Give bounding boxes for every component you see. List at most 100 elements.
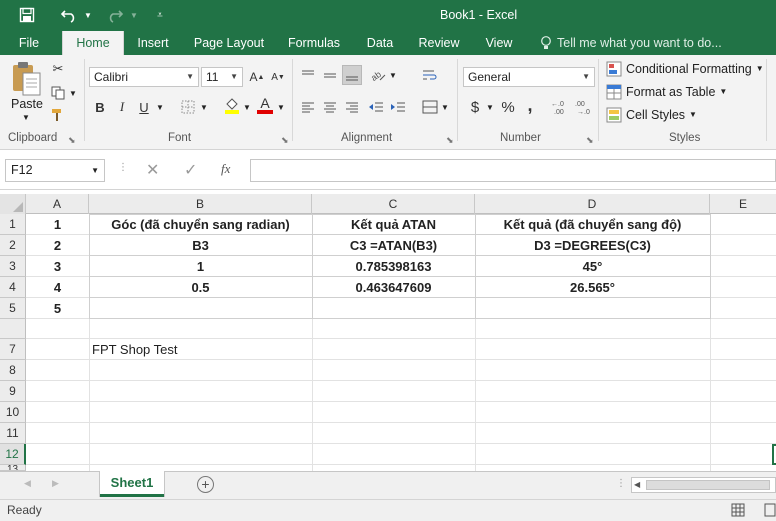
selected-cell-f12[interactable] bbox=[772, 444, 776, 465]
cell-d3[interactable]: 45° bbox=[475, 256, 710, 277]
column-header-c[interactable]: C bbox=[312, 194, 475, 214]
cell-a2[interactable]: 2 bbox=[26, 235, 89, 256]
italic-button[interactable]: I bbox=[112, 97, 132, 117]
currency-button[interactable]: $ bbox=[465, 97, 485, 117]
borders-dropdown-icon[interactable]: ▼ bbox=[200, 103, 208, 112]
cell-b7[interactable]: FPT Shop Test bbox=[92, 339, 312, 360]
cancel-icon[interactable]: ✕ bbox=[146, 160, 159, 180]
cell-c2[interactable]: C3 =ATAN(B3) bbox=[312, 235, 475, 256]
undo-icon[interactable] bbox=[58, 4, 80, 26]
tab-split-grip-icon[interactable]: ⋮ bbox=[616, 478, 626, 489]
merge-center-icon[interactable] bbox=[420, 97, 440, 117]
column-header-e[interactable]: E bbox=[710, 194, 776, 214]
tell-me-box[interactable]: Tell me what you want to do... bbox=[540, 31, 722, 55]
tab-review[interactable]: Review bbox=[412, 31, 466, 55]
row-header[interactable]: 7 bbox=[0, 339, 26, 360]
cell-a1[interactable]: 1 bbox=[26, 214, 89, 235]
orientation-dropdown-icon[interactable]: ▼ bbox=[389, 71, 397, 80]
row-header[interactable]: 8 bbox=[0, 360, 26, 381]
cell-a4[interactable]: 4 bbox=[26, 277, 89, 298]
row-header[interactable]: 10 bbox=[0, 402, 26, 423]
currency-dropdown-icon[interactable]: ▼ bbox=[486, 103, 494, 112]
copy-icon[interactable] bbox=[48, 83, 68, 103]
conditional-formatting-button[interactable]: Conditional Formatting ▼ bbox=[606, 59, 764, 79]
alignment-launcher-icon[interactable]: ⬊ bbox=[446, 135, 454, 146]
paste-dropdown-icon[interactable]: ▼ bbox=[22, 113, 30, 122]
row-header[interactable]: 3 bbox=[0, 256, 26, 277]
align-center-icon[interactable] bbox=[320, 97, 340, 117]
scroll-left-icon[interactable]: ◀ bbox=[24, 478, 31, 489]
align-right-icon[interactable] bbox=[342, 97, 362, 117]
comma-style-button[interactable]: , bbox=[520, 95, 540, 115]
page-layout-view-icon[interactable] bbox=[764, 503, 776, 520]
align-middle-icon[interactable] bbox=[320, 65, 340, 85]
cell-d1[interactable]: Kết quả (đã chuyển sang độ) bbox=[475, 214, 710, 235]
cell-b4[interactable]: 0.5 bbox=[89, 277, 312, 298]
normal-view-icon[interactable] bbox=[731, 503, 745, 520]
redo-dropdown-icon[interactable]: ▼ bbox=[128, 4, 140, 26]
row-header-selected[interactable]: 12 bbox=[0, 444, 26, 465]
align-left-icon[interactable] bbox=[298, 97, 318, 117]
horizontal-scrollbar[interactable]: ◀ bbox=[631, 477, 776, 493]
customize-toolbar-icon[interactable]: ⩡ bbox=[152, 4, 168, 26]
add-sheet-icon[interactable]: + bbox=[197, 476, 214, 493]
scrollbar-thumb[interactable] bbox=[646, 480, 770, 490]
tab-data[interactable]: Data bbox=[360, 31, 400, 55]
cell-c1[interactable]: Kết quả ATAN bbox=[312, 214, 475, 235]
insert-function-button[interactable]: fx bbox=[221, 161, 230, 177]
scroll-right-icon[interactable]: ▶ bbox=[52, 478, 59, 489]
increase-font-icon[interactable]: A ▲ bbox=[247, 67, 267, 87]
tab-formulas[interactable]: Formulas bbox=[282, 31, 346, 55]
font-launcher-icon[interactable]: ⬊ bbox=[281, 135, 289, 146]
font-color-dropdown-icon[interactable]: ▼ bbox=[277, 103, 285, 112]
borders-icon[interactable] bbox=[178, 97, 198, 117]
row-header[interactable]: 11 bbox=[0, 423, 26, 444]
cut-icon[interactable]: ✂ bbox=[48, 59, 68, 79]
underline-button[interactable]: U bbox=[134, 97, 154, 117]
format-painter-icon[interactable] bbox=[48, 105, 68, 125]
tab-insert[interactable]: Insert bbox=[130, 31, 176, 55]
cell-c3[interactable]: 0.785398163 bbox=[312, 256, 475, 277]
number-launcher-icon[interactable]: ⬊ bbox=[586, 135, 594, 146]
name-box[interactable]: F12 ▼ bbox=[5, 159, 105, 182]
increase-decimal-icon[interactable]: ←.0.00 bbox=[550, 97, 570, 117]
wrap-text-icon[interactable] bbox=[420, 65, 440, 85]
cell-c4[interactable]: 0.463647609 bbox=[312, 277, 475, 298]
percent-button[interactable]: % bbox=[498, 97, 518, 117]
scroll-left-icon[interactable]: ◀ bbox=[634, 480, 640, 489]
fill-color-icon[interactable] bbox=[222, 95, 242, 115]
cell-styles-button[interactable]: Cell Styles ▼ bbox=[606, 105, 697, 125]
decrease-decimal-icon[interactable]: .00 →.0 bbox=[574, 97, 594, 117]
select-all-button[interactable] bbox=[0, 194, 26, 214]
cell-b3[interactable]: 1 bbox=[89, 256, 312, 277]
redo-icon[interactable] bbox=[104, 4, 126, 26]
formula-input[interactable] bbox=[250, 159, 776, 182]
row-header[interactable]: 2 bbox=[0, 235, 26, 256]
orientation-icon[interactable]: ab bbox=[368, 65, 388, 85]
column-header-a[interactable]: A bbox=[26, 194, 89, 214]
font-size-select[interactable]: 11 ▼ bbox=[201, 67, 243, 87]
undo-dropdown-icon[interactable]: ▼ bbox=[82, 4, 94, 26]
column-header-b[interactable]: B bbox=[89, 194, 312, 214]
clipboard-launcher-icon[interactable]: ⬊ bbox=[68, 135, 76, 146]
tab-file[interactable]: File bbox=[10, 31, 48, 55]
font-family-select[interactable]: Calibri ▼ bbox=[89, 67, 199, 87]
cell-d2[interactable]: D3 =DEGREES(C3) bbox=[475, 235, 710, 256]
paste-button[interactable]: Paste bbox=[11, 97, 43, 111]
align-bottom-icon[interactable] bbox=[342, 65, 362, 85]
align-top-icon[interactable] bbox=[298, 65, 318, 85]
cell-b1[interactable]: Góc (đã chuyển sang radian) bbox=[89, 214, 312, 235]
cell-a3[interactable]: 3 bbox=[26, 256, 89, 277]
clipboard-icon[interactable] bbox=[10, 61, 44, 99]
number-format-select[interactable]: General ▼ bbox=[463, 67, 595, 87]
cell-d4[interactable]: 26.565° bbox=[475, 277, 710, 298]
row-header[interactable]: 1 bbox=[0, 214, 26, 235]
cell-b2[interactable]: B3 bbox=[89, 235, 312, 256]
decrease-font-icon[interactable]: A ▼ bbox=[268, 67, 288, 87]
copy-dropdown-icon[interactable]: ▼ bbox=[69, 89, 77, 98]
increase-indent-icon[interactable] bbox=[388, 97, 408, 117]
cell-a5[interactable]: 5 bbox=[26, 298, 89, 319]
bold-button[interactable]: B bbox=[90, 97, 110, 117]
row-header[interactable]: 5 bbox=[0, 298, 26, 319]
sheet-tab-sheet1[interactable]: Sheet1 bbox=[100, 471, 164, 497]
